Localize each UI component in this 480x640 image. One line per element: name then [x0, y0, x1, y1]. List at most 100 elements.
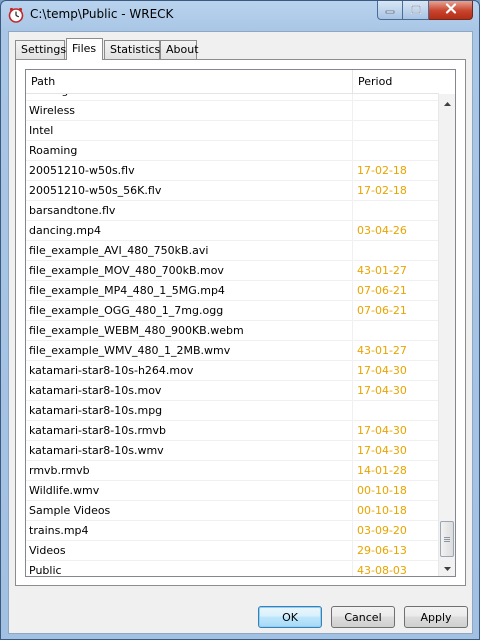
column-header-path[interactable]: Path [26, 70, 353, 94]
table-row[interactable]: trains.mp4 03-09-20 [26, 521, 439, 541]
row-path-cell: Roaming [26, 141, 353, 160]
row-path-cell: file_example_OGG_480_1_7mg.ogg [26, 301, 353, 320]
row-path-cell: katamari-star8-10s.mpg [26, 401, 353, 420]
table-row[interactable]: file_example_WMV_480_1_2MB.wmv 43-01-27 [26, 341, 439, 361]
row-period-cell: 43-01-27 [357, 344, 407, 357]
table-row[interactable]: barsandtone.flv [26, 201, 439, 221]
column-header-period[interactable]: Period [353, 70, 439, 94]
row-path-cell: rmvb.rmvb [26, 461, 353, 480]
row-path-cell: 20051210-w50s_56K.flv [26, 181, 353, 200]
clock-icon[interactable] [8, 7, 24, 23]
list-rows: SettingsWirelessIntelRoaming20051210-w50… [26, 94, 439, 576]
table-row[interactable]: Videos 29-06-13 [26, 541, 439, 561]
maximize-button[interactable] [403, 1, 429, 20]
row-period-cell: 14-01-28 [357, 464, 407, 477]
dialog-client-area: Settings Files Statistics About Path Per… [8, 31, 473, 634]
row-path-cell: katamari-star8-10s-h264.mov [26, 361, 353, 380]
table-row[interactable]: file_example_MOV_480_700kB.mov 43-01-27 [26, 261, 439, 281]
row-path-cell: Intel [26, 121, 353, 140]
minimize-button[interactable] [377, 1, 403, 20]
row-path-cell: file_example_AVI_480_750kB.avi [26, 241, 353, 260]
list-header: Path Period [26, 70, 439, 94]
row-period-cell: 17-04-30 [357, 384, 407, 397]
tab-statistics[interactable]: Statistics [104, 40, 160, 59]
table-row[interactable]: Sample Videos 00-10-18 [26, 501, 439, 521]
row-path-cell: 20051210-w50s.flv [26, 161, 353, 180]
row-period-cell: 03-04-26 [357, 224, 407, 237]
scrollbar-thumb[interactable] [440, 521, 454, 557]
table-row[interactable]: file_example_OGG_480_1_7mg.ogg 07-06-21 [26, 301, 439, 321]
row-path-cell: dancing.mp4 [26, 221, 353, 240]
table-row[interactable]: katamari-star8-10s.wmv 17-04-30 [26, 441, 439, 461]
title-bar[interactable]: C:\temp\Public - WRECK [1, 1, 479, 29]
table-row[interactable]: katamari-star8-10s.mpg [26, 401, 439, 421]
list-rows-content: SettingsWirelessIntelRoaming20051210-w50… [26, 94, 439, 576]
table-row[interactable]: file_example_WEBM_480_900KB.webm [26, 321, 439, 341]
table-row[interactable]: dancing.mp4 03-04-26 [26, 221, 439, 241]
row-path-cell: Wireless [26, 101, 353, 120]
apply-button[interactable]: Apply [404, 606, 468, 628]
tab-about[interactable]: About [160, 40, 199, 59]
row-period-cell [353, 101, 439, 120]
row-period-cell: 00-10-18 [357, 484, 407, 497]
table-row[interactable]: 20051210-w50s_56K.flv 17-02-18 [26, 181, 439, 201]
minimize-icon [385, 4, 395, 17]
row-path-cell: katamari-star8-10s.rmvb [26, 421, 353, 440]
tab-settings-label: Settings [21, 43, 67, 56]
table-row[interactable]: 20051210-w50s.flv 17-02-18 [26, 161, 439, 181]
table-row[interactable]: Public 43-08-03 [26, 561, 439, 576]
row-period-cell: 17-02-18 [357, 164, 407, 177]
row-period-cell: 29-06-13 [357, 544, 407, 557]
row-period-cell: 00-10-18 [357, 504, 407, 517]
table-row[interactable]: Wireless [26, 101, 439, 121]
tab-files[interactable]: Files [66, 38, 103, 60]
row-period-cell: 43-08-03 [357, 564, 407, 576]
row-period-cell [353, 121, 439, 140]
table-row[interactable]: katamari-star8-10s-h264.mov 17-04-30 [26, 361, 439, 381]
table-row[interactable]: file_example_MP4_480_1_5MG.mp4 07-06-21 [26, 281, 439, 301]
row-path-cell: Settings [26, 94, 353, 100]
row-path-cell: file_example_WMV_480_1_2MB.wmv [26, 341, 353, 360]
row-period-cell: 17-04-30 [357, 424, 407, 437]
table-row[interactable]: rmvb.rmvb 14-01-28 [26, 461, 439, 481]
scroll-up-button[interactable] [439, 94, 455, 111]
row-path-cell: Sample Videos [26, 501, 353, 520]
table-row[interactable]: Intel [26, 121, 439, 141]
table-row[interactable]: Settings [26, 94, 439, 101]
table-row[interactable]: Wildlife.wmv 00-10-18 [26, 481, 439, 501]
row-period-cell: 17-04-30 [357, 364, 407, 377]
scroll-down-button[interactable] [439, 559, 455, 576]
row-period-cell [353, 201, 439, 220]
tab-statistics-label: Statistics [110, 43, 161, 56]
thumb-grip-line [444, 541, 450, 542]
row-period-cell: 17-02-18 [357, 184, 407, 197]
row-period-cell: 07-06-21 [357, 304, 407, 317]
vertical-scrollbar[interactable] [438, 94, 455, 576]
scroll-down-arrow-icon [443, 561, 451, 574]
table-row[interactable]: katamari-star8-10s.rmvb 17-04-30 [26, 421, 439, 441]
row-path-cell: Wildlife.wmv [26, 481, 353, 500]
close-button[interactable] [429, 1, 473, 20]
row-period-cell [353, 401, 439, 420]
files-list[interactable]: Path Period SettingsWirelessIntelRoaming… [25, 69, 456, 577]
ok-button[interactable]: OK [258, 606, 322, 628]
caption-buttons [377, 1, 473, 21]
close-icon [445, 3, 457, 17]
scroll-up-arrow-icon [443, 96, 451, 109]
table-row[interactable]: file_example_AVI_480_750kB.avi [26, 241, 439, 261]
table-row[interactable]: Roaming [26, 141, 439, 161]
thumb-grip-line [444, 539, 450, 540]
row-path-cell: Public [26, 561, 353, 576]
row-path-cell: Videos [26, 541, 353, 560]
row-period-cell [353, 141, 439, 160]
row-path-cell: katamari-star8-10s.mov [26, 381, 353, 400]
row-path-cell: file_example_WEBM_480_900KB.webm [26, 321, 353, 340]
row-period-cell [353, 94, 439, 100]
table-row[interactable]: katamari-star8-10s.mov 17-04-30 [26, 381, 439, 401]
row-path-cell: file_example_MP4_480_1_5MG.mp4 [26, 281, 353, 300]
row-period-cell: 43-01-27 [357, 264, 407, 277]
tab-settings[interactable]: Settings [15, 40, 67, 59]
row-period-cell: 17-04-30 [357, 444, 407, 457]
tab-files-label: Files [72, 42, 97, 55]
cancel-button[interactable]: Cancel [331, 606, 395, 628]
